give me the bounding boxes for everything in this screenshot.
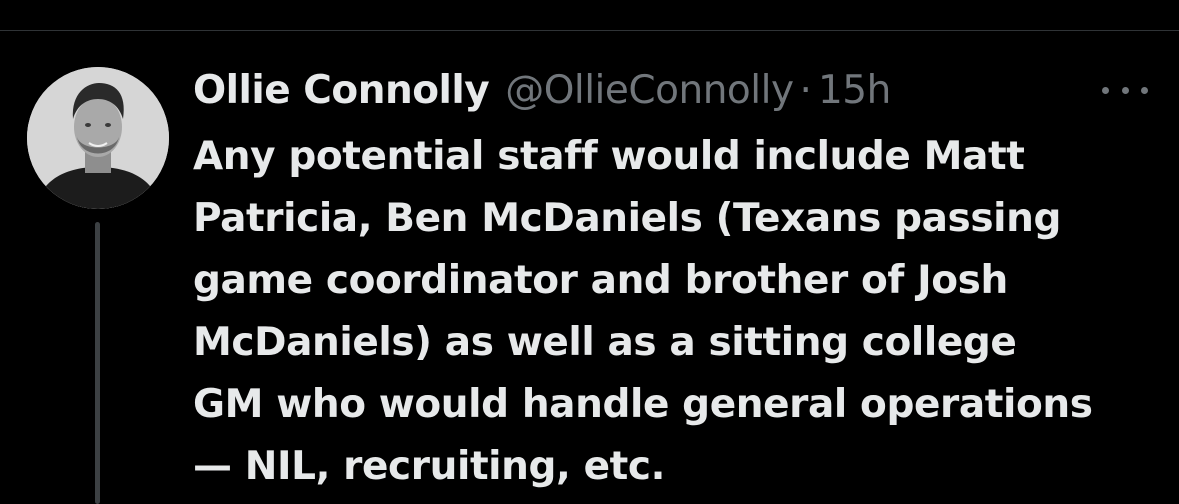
tweet-header: Ollie Connolly @OllieConnolly · 15h: [193, 62, 891, 118]
tweet-text-line: — NIL, recruiting, etc.: [193, 444, 666, 489]
more-horizontal-icon: [1121, 86, 1129, 94]
tweet-timestamp[interactable]: 15h: [818, 68, 891, 113]
tweet-text-line: McDaniels) as well as a sitting college: [193, 320, 1017, 365]
more-horizontal-icon: [1141, 86, 1148, 94]
tweet-text-line: game coordinator and brother of Josh: [193, 258, 1008, 303]
tweet-text-line: GM who would handle general operations: [193, 382, 1093, 427]
author-handle[interactable]: @OllieConnolly: [505, 68, 794, 113]
profile-photo-icon: [27, 67, 169, 209]
thread-connector-line: [95, 222, 100, 504]
more-options-button[interactable]: [1102, 78, 1148, 102]
more-horizontal-icon: [1102, 86, 1109, 94]
tweet-text-line: Patricia, Ben McDaniels (Texans passing: [193, 196, 1062, 241]
tweet-text: Any potential staff would include Matt P…: [193, 126, 1163, 498]
author-display-name[interactable]: Ollie Connolly: [193, 68, 490, 113]
tweet-text-line: Any potential staff would include Matt: [193, 134, 1025, 179]
top-divider: [0, 30, 1179, 31]
avatar[interactable]: [27, 67, 169, 209]
separator-dot: ·: [799, 67, 812, 113]
